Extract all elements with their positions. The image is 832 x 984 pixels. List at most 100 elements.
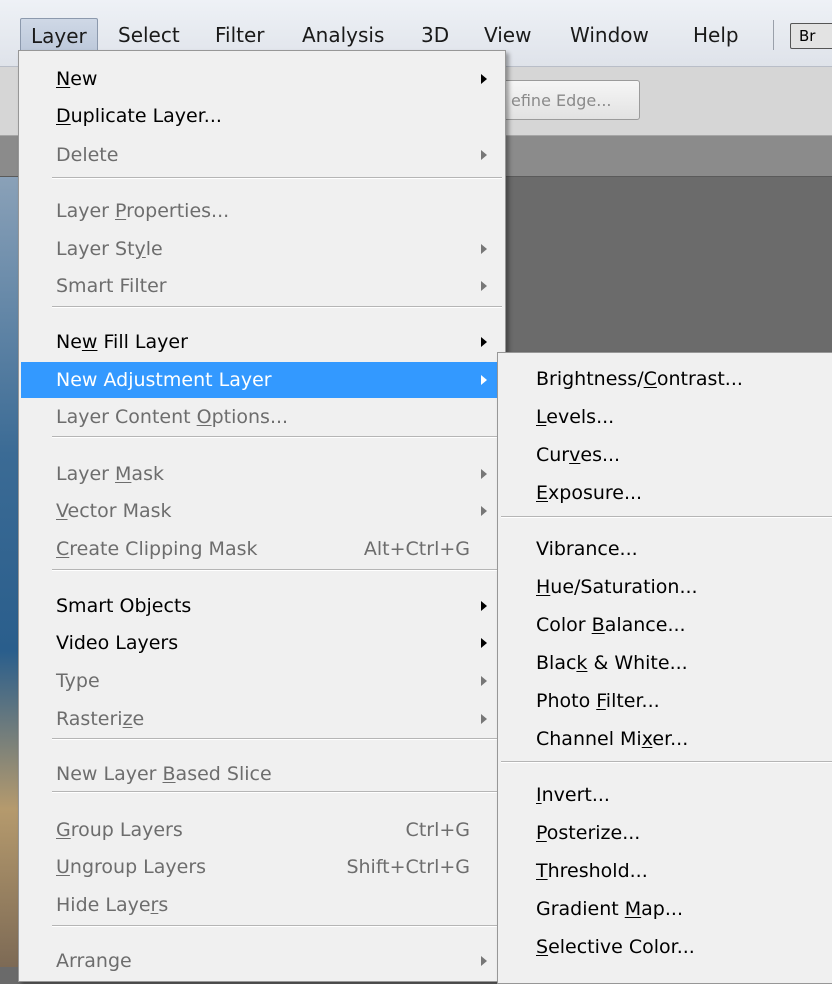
menu-item-label: Smart Filter: [56, 275, 167, 297]
submenu-item-channel-mixer[interactable]: Channel Mixer...: [500, 721, 832, 757]
submenu-arrow-icon: [481, 956, 487, 966]
menu-layer[interactable]: Layer: [20, 18, 98, 53]
menu-analysis[interactable]: Analysis: [292, 18, 394, 52]
submenu-item-photo-filter[interactable]: Photo Filter...: [500, 683, 832, 719]
menu-item-create-clipping-mask[interactable]: Create Clipping Mask Alt+Ctrl+G: [21, 531, 503, 567]
mnemonic-letter: O: [196, 406, 212, 428]
menu-item-label: Layer Properties...: [56, 200, 230, 222]
menu-item-smart-objects[interactable]: Smart Objects: [21, 588, 503, 624]
mnemonic-letter: r: [150, 894, 159, 916]
mnemonic-letter: P: [115, 200, 127, 222]
menu-item-smart-filter[interactable]: Smart Filter: [21, 268, 503, 304]
menu-item-label: Arrange: [56, 950, 132, 972]
menu-separator: [501, 761, 832, 763]
mnemonic-letter: T: [536, 860, 548, 882]
menu-item-layer-mask[interactable]: Layer Mask: [21, 456, 503, 492]
menu-separator: [52, 177, 502, 179]
mnemonic-letter: L: [536, 406, 547, 428]
image-edge: [0, 177, 20, 967]
menu-help[interactable]: Help: [683, 18, 749, 52]
mnemonic-letter: G: [56, 819, 71, 841]
menu-item-ungroup-layers[interactable]: Ungroup Layers Shift+Ctrl+G: [21, 849, 503, 885]
menu-item-arrange[interactable]: Arrange: [21, 943, 503, 979]
menu-item-label: Photo Filter...: [536, 690, 660, 712]
submenu-item-invert[interactable]: Invert...: [500, 777, 832, 813]
submenu-arrow-icon: [481, 638, 487, 648]
mnemonic-letter: k: [576, 652, 588, 674]
menu-item-layer-properties[interactable]: Layer Properties...: [21, 193, 503, 229]
menu-item-label: Color Balance...: [536, 614, 686, 636]
submenu-item-gradient-map[interactable]: Gradient Map...: [500, 891, 832, 927]
menu-item-label: Layer Mask: [56, 463, 164, 485]
menu-item-label: Hide Layers: [56, 894, 169, 916]
menu-item-duplicate-layer[interactable]: Duplicate Layer...: [21, 98, 503, 134]
submenu-arrow-icon: [481, 676, 487, 686]
menu-item-label: Layer Content Options...: [56, 406, 289, 428]
submenu-item-levels[interactable]: Levels...: [500, 399, 832, 435]
menu-filter[interactable]: Filter: [205, 18, 275, 52]
menu-item-layer-style[interactable]: Layer Style: [21, 231, 503, 267]
menu-separator: [52, 436, 502, 438]
menu-view[interactable]: View: [474, 18, 541, 52]
mnemonic-letter: w: [81, 331, 98, 353]
submenu-item-exposure[interactable]: Exposure...: [500, 475, 832, 511]
submenu-arrow-icon: [481, 375, 487, 385]
mnemonic-letter: M: [115, 463, 132, 485]
mnemonic-letter: y: [134, 238, 146, 260]
menu-item-new-fill-layer[interactable]: New Fill Layer: [21, 324, 503, 360]
mnemonic-letter: B: [591, 614, 605, 636]
menu-item-label: Group Layers: [56, 819, 183, 841]
submenu-arrow-icon: [481, 469, 487, 479]
menu-window[interactable]: Window: [560, 18, 659, 52]
menu-separator: [52, 738, 502, 740]
submenu-item-hue-saturation[interactable]: Hue/Saturation...: [500, 569, 832, 605]
menu-item-label: New: [56, 68, 98, 90]
mnemonic-letter: S: [536, 936, 549, 958]
menu-item-vector-mask[interactable]: Vector Mask: [21, 493, 503, 529]
menu-3d[interactable]: 3D: [411, 18, 459, 52]
menu-item-label: Hue/Saturation...: [536, 576, 698, 598]
menu-item-group-layers[interactable]: Group Layers Ctrl+G: [21, 812, 503, 848]
submenu-item-posterize[interactable]: Posterize...: [500, 815, 832, 851]
menu-item-new-adjustment-layer[interactable]: New Adjustment Layer: [21, 362, 503, 398]
menu-item-label: Black & White...: [536, 652, 688, 674]
menu-separator: [52, 569, 502, 571]
menu-item-label: Layer Style: [56, 238, 163, 260]
menu-item-rasterize[interactable]: Rasterize: [21, 701, 503, 737]
menu-item-label: Duplicate Layer...: [56, 105, 222, 127]
submenu-item-selective-color[interactable]: Selective Color...: [500, 929, 832, 965]
menu-divider: [773, 20, 774, 50]
menu-item-label: New Fill Layer: [56, 331, 188, 353]
submenu-item-vibrance[interactable]: Vibrance...: [500, 531, 832, 567]
menu-item-new-layer-based-slice[interactable]: New Layer Based Slice: [21, 756, 503, 792]
submenu-item-color-balance[interactable]: Color Balance...: [500, 607, 832, 643]
menu-item-hide-layers[interactable]: Hide Layers: [21, 887, 503, 923]
menu-item-label: Vector Mask: [56, 500, 172, 522]
submenu-arrow-icon: [481, 244, 487, 254]
menu-item-label: Vibrance...: [536, 538, 638, 560]
menu-separator: [501, 516, 832, 518]
menu-select[interactable]: Select: [108, 18, 190, 52]
submenu-item-black-white[interactable]: Black & White...: [500, 645, 832, 681]
mnemonic-letter: M: [624, 898, 642, 920]
menu-item-label: New Adjustment Layer: [56, 369, 272, 391]
mnemonic-letter: V: [56, 500, 68, 522]
menu-item-label: Brightness/Contrast...: [536, 368, 743, 390]
menu-item-delete[interactable]: Delete: [21, 137, 503, 173]
menu-item-layer-content-options[interactable]: Layer Content Options...: [21, 399, 503, 435]
submenu-arrow-icon: [481, 281, 487, 291]
menu-item-type[interactable]: Type: [21, 663, 503, 699]
menu-item-label: Gradient Map...: [536, 898, 683, 920]
bridge-button[interactable]: Br: [790, 23, 832, 49]
submenu-item-brightness-contrast[interactable]: Brightness/Contrast...: [500, 361, 832, 397]
mnemonic-letter: I: [536, 784, 542, 806]
submenu-item-curves[interactable]: Curves...: [500, 437, 832, 473]
menu-separator: [52, 925, 502, 927]
refine-edge-button[interactable]: efine Edge...: [500, 80, 640, 120]
menu-item-new[interactable]: New: [21, 61, 503, 97]
submenu-arrow-icon: [481, 714, 487, 724]
menu-item-video-layers[interactable]: Video Layers: [21, 625, 503, 661]
submenu-item-threshold[interactable]: Threshold...: [500, 853, 832, 889]
menu-item-label: Smart Objects: [56, 595, 192, 617]
menu-item-label: Threshold...: [536, 860, 648, 882]
